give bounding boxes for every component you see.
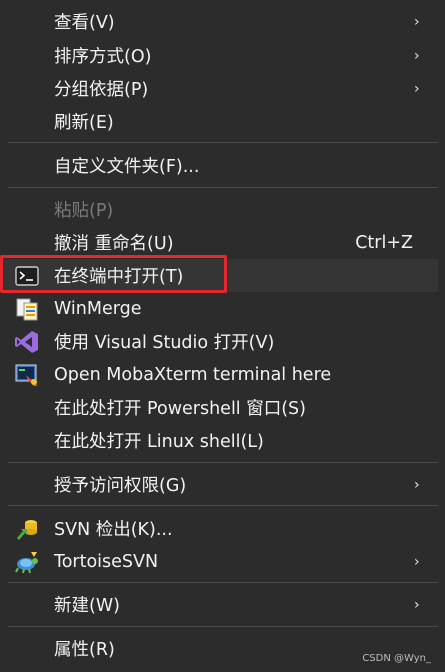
menu-separator	[8, 187, 438, 188]
menu-item-paste: 粘贴(P)	[0, 193, 438, 226]
submenu-arrow-icon: ›	[414, 47, 420, 64]
menu-item-label: SVN 检出(K)...	[54, 520, 173, 540]
visual-studio-icon	[15, 330, 38, 353]
submenu-arrow-icon: ›	[414, 553, 420, 570]
svn-checkout-icon	[17, 519, 37, 540]
menu-item-label: TortoiseSVN	[54, 551, 159, 572]
menu-item-tortoisesvn[interactable]: TortoiseSVN ›	[0, 545, 438, 578]
menu-item-open-mobaxterm[interactable]: Open MobaXterm terminal here	[0, 358, 438, 391]
winmerge-icon	[16, 298, 38, 320]
menu-item-label: 撤消 重命名(U)	[54, 234, 174, 254]
menu-separator	[8, 582, 438, 583]
tortoisesvn-icon	[15, 551, 38, 573]
menu-item-label: 分组依据(P)	[54, 80, 149, 100]
menu-item-label: 使用 Visual Studio 打开(V)	[54, 333, 275, 353]
menu-item-label: 属性(R)	[54, 640, 115, 660]
menu-item-label: WinMerge	[54, 298, 142, 319]
menu-item-open-powershell[interactable]: 在此处打开 Powershell 窗口(S)	[0, 391, 438, 424]
menu-item-label: 查看(V)	[54, 13, 115, 33]
submenu-arrow-icon: ›	[414, 596, 420, 613]
menu-item-label: Open MobaXterm terminal here	[54, 364, 332, 385]
menu-item-new[interactable]: 新建(W) ›	[0, 588, 438, 621]
menu-separator	[8, 505, 438, 506]
shortcut-text: Ctrl+Z	[355, 232, 413, 253]
menu-item-winmerge[interactable]: WinMerge	[0, 292, 438, 325]
menu-item-label: 粘贴(P)	[54, 201, 114, 221]
submenu-arrow-icon: ›	[414, 476, 420, 493]
menu-item-open-linux-shell[interactable]: 在此处打开 Linux shell(L)	[0, 424, 438, 457]
menu-item-label: 排序方式(O)	[54, 47, 152, 67]
menu-item-give-access[interactable]: 授予访问权限(G) ›	[0, 468, 438, 501]
menu-item-refresh[interactable]: 刷新(E)	[0, 105, 438, 138]
menu-item-sort-by[interactable]: 排序方式(O) ›	[0, 39, 438, 72]
menu-item-svn-checkout[interactable]: SVN 检出(K)...	[0, 512, 438, 545]
menu-separator	[8, 626, 438, 627]
menu-item-customize-folder[interactable]: 自定义文件夹(F)...	[0, 149, 438, 182]
submenu-arrow-icon: ›	[414, 80, 420, 97]
menu-item-open-with-visual-studio[interactable]: 使用 Visual Studio 打开(V)	[0, 325, 438, 358]
menu-item-label: 授予访问权限(G)	[54, 476, 187, 496]
menu-item-label: 刷新(E)	[54, 113, 114, 133]
menu-item-label: 新建(W)	[54, 596, 120, 616]
context-menu: 查看(V) › 排序方式(O) › 分组依据(P) › 刷新(E) 自定义文件夹…	[0, 0, 445, 672]
submenu-arrow-icon: ›	[414, 13, 420, 30]
menu-separator	[8, 462, 438, 463]
watermark: CSDN @Wyn_	[362, 653, 431, 664]
mobaxterm-icon	[15, 364, 38, 386]
menu-item-label: 自定义文件夹(F)...	[54, 157, 200, 177]
menu-item-view[interactable]: 查看(V) ›	[0, 5, 438, 38]
highlight-annotation-box	[0, 255, 227, 293]
menu-separator	[8, 142, 438, 143]
menu-item-label: 在此处打开 Linux shell(L)	[54, 432, 264, 452]
menu-item-group-by[interactable]: 分组依据(P) ›	[0, 72, 438, 105]
menu-item-label: 在此处打开 Powershell 窗口(S)	[54, 399, 306, 419]
